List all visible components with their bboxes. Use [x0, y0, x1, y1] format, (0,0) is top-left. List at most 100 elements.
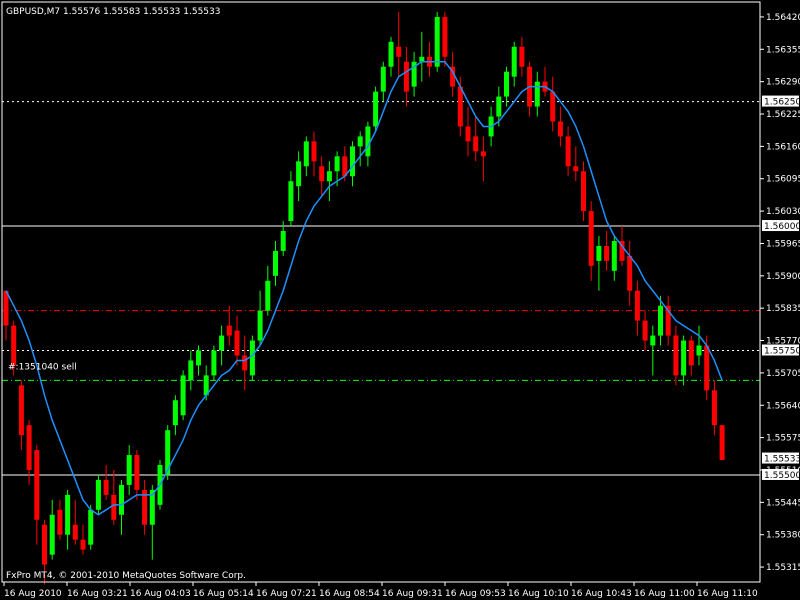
candle-body-15 — [119, 484, 124, 515]
candle-body-56 — [434, 16, 440, 67]
candle-body-78 — [604, 245, 610, 261]
x-tick-label-2: 16 Aug 04:03 — [130, 589, 191, 599]
y-tick-label-17: 1.55315 — [766, 563, 800, 573]
candle-body-2 — [18, 385, 24, 436]
y-tick-label-15: 1.55445 — [766, 498, 800, 508]
candle-body-81 — [627, 255, 633, 291]
candle-body-50 — [388, 41, 394, 67]
candle-body-27 — [211, 350, 217, 376]
moving-average-line — [5, 60, 723, 516]
candle-body-88 — [681, 340, 687, 376]
candle-body-41 — [319, 166, 325, 182]
x-tick-label-8: 16 Aug 10:10 — [508, 589, 569, 599]
y-tick-label-12: 1.55640 — [766, 401, 800, 411]
moving-average — [5, 60, 723, 516]
candle-body-85 — [658, 305, 663, 336]
candle-body-10 — [80, 539, 86, 550]
y-tick-label-6: 1.56030 — [766, 207, 800, 217]
chart-header: GBPUSD,M7 1.55576 1.55583 1.55533 1.5553… — [6, 7, 220, 17]
x-tick-label-10: 16 Aug 11:00 — [634, 589, 695, 599]
candle-body-45 — [350, 146, 355, 177]
y-tick-label-2: 1.56290 — [766, 78, 800, 88]
candle-body-43 — [334, 156, 340, 172]
candle-body-0 — [3, 290, 9, 326]
candle-body-9 — [72, 524, 78, 540]
candle-body-21 — [165, 430, 171, 475]
candle-body-76 — [588, 211, 594, 266]
candle-body-13 — [103, 479, 109, 495]
x-tick-label-7: 16 Aug 09:53 — [445, 589, 506, 599]
candle-body-62 — [480, 151, 486, 157]
candle-body-12 — [95, 479, 101, 510]
candle-body-17 — [134, 455, 140, 490]
candle-body-38 — [296, 161, 302, 187]
y-tick-label-7: 1.55965 — [766, 239, 800, 249]
candle-body-87 — [673, 335, 679, 376]
price-label-3: 1.55533 — [764, 455, 800, 465]
candles — [3, 11, 725, 585]
candle-body-83 — [642, 320, 648, 341]
candle-body-6 — [49, 514, 55, 555]
candle-body-8 — [65, 494, 71, 535]
candle-body-90 — [696, 345, 702, 356]
y-tick-label-1: 1.56355 — [766, 45, 800, 55]
candle-body-28 — [219, 335, 225, 351]
candle-body-84 — [650, 335, 656, 346]
candle-body-42 — [326, 171, 332, 182]
candle-body-74 — [573, 166, 579, 172]
candle-body-92 — [711, 390, 717, 426]
order-label: #:1351040 sell — [8, 362, 77, 372]
candle-body-65 — [504, 71, 509, 97]
candle-body-30 — [234, 330, 240, 356]
x-tick-label-11: 16 Aug 11:10 — [697, 589, 758, 599]
candle-body-64 — [496, 96, 502, 117]
candle-body-48 — [373, 91, 379, 127]
candle-body-51 — [396, 46, 402, 57]
chart-canvas[interactable]: 1.56420 1.56355 1.56290 1.56225 1.56160 1.560… — [0, 0, 800, 600]
x-tick-label-0: 16 Aug 2010 — [4, 589, 62, 599]
candle-body-49 — [380, 66, 386, 92]
candlestick-chart[interactable]: 1.56420 1.56355 1.56290 1.56225 1.56160 1.560… — [0, 0, 800, 600]
y-tick-label-9: 1.55835 — [766, 304, 800, 314]
candle-body-93 — [719, 425, 725, 461]
candle-body-91 — [704, 345, 710, 391]
candle-body-73 — [565, 136, 571, 167]
price-label-4: 1.55500 — [764, 471, 800, 481]
candle-body-40 — [311, 141, 317, 162]
candle-body-16 — [126, 455, 132, 485]
y-tick-label-16: 1.55380 — [766, 531, 800, 541]
candle-body-82 — [634, 290, 640, 321]
candle-body-37 — [288, 181, 294, 222]
candle-body-34 — [265, 280, 271, 311]
x-tick-label-3: 16 Aug 05:14 — [193, 589, 254, 599]
time-axis: 16 Aug 2010 16 Aug 03:21 16 Aug 04:03 16 Au… — [3, 582, 758, 599]
y-tick-label-11: 1.55705 — [766, 369, 800, 379]
candle-body-39 — [303, 141, 309, 167]
y-tick-label-8: 1.55900 — [766, 272, 800, 282]
candle-body-75 — [581, 171, 586, 212]
candle-body-22 — [172, 400, 178, 426]
candle-body-4 — [34, 450, 40, 520]
y-tick-label-13: 1.55575 — [766, 434, 800, 444]
y-tick-label-5: 1.56095 — [766, 175, 800, 185]
horizontal-lines — [2, 101, 760, 476]
candle-body-71 — [550, 91, 556, 122]
candle-body-67 — [519, 46, 525, 67]
candle-body-77 — [596, 245, 602, 261]
candle-body-89 — [688, 340, 694, 366]
candle-body-24 — [188, 360, 194, 381]
price-label-1: 1.56000 — [764, 222, 800, 232]
candle-body-57 — [442, 16, 448, 57]
candle-body-25 — [196, 350, 201, 366]
candle-body-1 — [11, 325, 17, 366]
candle-body-23 — [180, 375, 186, 416]
candle-body-7 — [57, 509, 63, 535]
price-label-0: 1.56250 — [764, 98, 800, 108]
candle-body-52 — [403, 61, 409, 92]
price-label-2: 1.55750 — [764, 346, 800, 356]
candle-body-46 — [357, 136, 363, 147]
chart-labels: GBPUSD,M7 1.55576 1.55583 1.55533 1.5553… — [6, 7, 246, 581]
candle-body-31 — [242, 355, 248, 371]
y-tick-label-0: 1.56420 — [766, 13, 800, 23]
candle-body-35 — [273, 250, 278, 276]
